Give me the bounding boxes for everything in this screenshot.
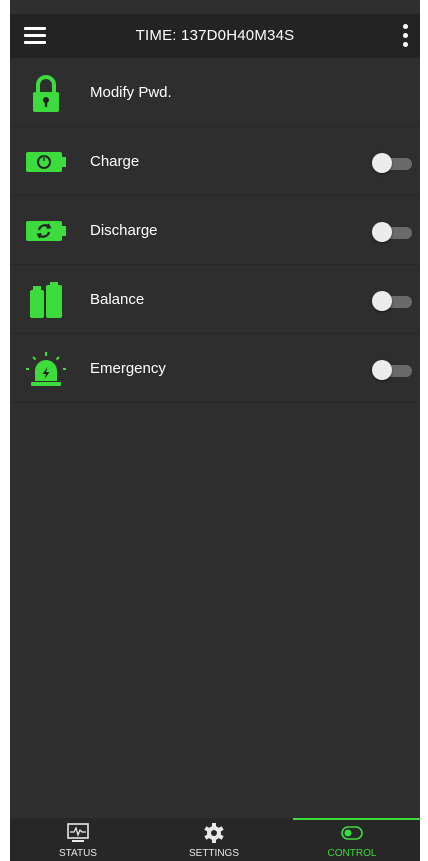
gear-icon — [204, 823, 224, 843]
toggle-thumb — [372, 222, 392, 242]
control-row-emergency[interactable]: Emergency — [10, 334, 420, 403]
app-bar: TIME: 137D0H40M34S — [10, 14, 420, 58]
nav-item-control[interactable]: CONTROL — [284, 818, 420, 861]
control-label-discharge: Discharge — [90, 222, 158, 239]
bottom-nav: STATUS SETTINGS CONTROL — [10, 818, 420, 861]
monitor-status-icon — [67, 823, 89, 842]
control-label-modify-password: Modify Pwd. — [90, 84, 172, 101]
more-vertical-icon[interactable] — [398, 22, 414, 50]
toggle-thumb — [372, 360, 392, 380]
page-title: TIME: 137D0H40M34S — [135, 27, 295, 44]
charge-toggle[interactable] — [372, 152, 414, 174]
toggle-icon — [341, 826, 363, 840]
discharge-toggle[interactable] — [372, 221, 414, 243]
nav-item-status[interactable]: STATUS — [10, 818, 146, 861]
control-row-balance[interactable]: Balance — [10, 265, 420, 334]
nav-label-control: CONTROL — [327, 848, 377, 859]
emergency-toggle[interactable] — [372, 359, 414, 381]
toggle-thumb — [372, 153, 392, 173]
balance-icon — [30, 282, 62, 318]
control-label-charge: Charge — [90, 153, 140, 170]
app-screen: TIME: 137D0H40M34S Modify Pwd. Charge Di… — [10, 0, 420, 861]
battery-charge-icon — [26, 152, 66, 172]
balance-toggle[interactable] — [372, 290, 414, 312]
control-label-balance: Balance — [90, 291, 145, 308]
battery-discharge-icon — [26, 221, 66, 241]
control-row-discharge[interactable]: Discharge — [10, 196, 420, 265]
control-row-modify-password[interactable]: Modify Pwd. — [10, 58, 420, 127]
nav-label-status: STATUS — [59, 848, 97, 859]
control-row-charge[interactable]: Charge — [10, 127, 420, 196]
control-list: Modify Pwd. Charge Discharge Balance Eme… — [10, 58, 420, 403]
control-label-emergency: Emergency — [90, 360, 166, 377]
emergency-light-icon — [26, 352, 66, 386]
nav-item-settings[interactable]: SETTINGS — [146, 818, 282, 861]
lock-icon — [33, 75, 59, 112]
nav-label-settings: SETTINGS — [188, 848, 239, 859]
toggle-thumb — [372, 291, 392, 311]
